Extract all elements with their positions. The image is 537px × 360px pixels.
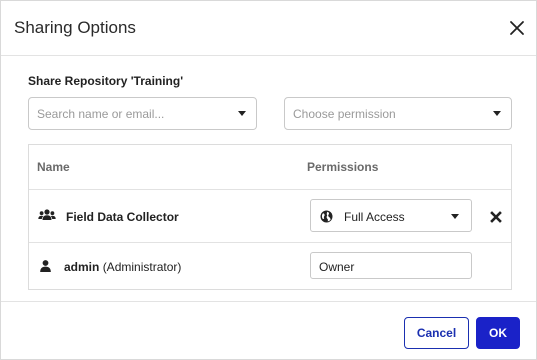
chevron-down-icon: [238, 111, 246, 116]
member-name: Field Data Collector: [66, 210, 179, 224]
header-divider: [29, 189, 511, 190]
member-role: (Administrator): [102, 260, 182, 274]
column-header-permissions: Permissions: [307, 160, 379, 174]
user-search-placeholder: Search name or email...: [37, 107, 165, 121]
owner-permission-value: Owner: [319, 260, 355, 274]
footer-divider: [1, 301, 536, 302]
users-group-icon: [38, 209, 56, 220]
share-table: Name Permissions Field Data Collector Fu…: [28, 144, 512, 290]
ok-button[interactable]: OK: [476, 317, 520, 349]
permission-select[interactable]: Choose permission: [284, 97, 512, 130]
user-icon: [40, 260, 51, 272]
row-permission-value: Full Access: [344, 210, 405, 224]
row-member-name: admin (Administrator): [64, 260, 181, 274]
cancel-button[interactable]: Cancel: [404, 317, 469, 349]
share-repository-label: Share Repository 'Training': [28, 74, 184, 88]
globe-icon: [320, 210, 333, 223]
column-header-name: Name: [37, 160, 70, 174]
remove-member-button[interactable]: [490, 210, 502, 223]
owner-permission-field: Owner: [310, 252, 472, 279]
sharing-dialog: Sharing Options Share Repository 'Traini…: [0, 0, 537, 360]
user-search-select[interactable]: Search name or email...: [28, 97, 257, 130]
close-icon: [490, 211, 502, 223]
close-icon: [510, 21, 524, 35]
permission-placeholder: Choose permission: [293, 107, 396, 121]
dialog-header: Sharing Options: [1, 1, 536, 56]
dialog-title: Sharing Options: [14, 18, 136, 37]
member-name: admin: [64, 260, 100, 274]
chevron-down-icon: [493, 111, 501, 116]
row-permission-select[interactable]: Full Access: [310, 199, 472, 232]
chevron-down-icon: [451, 214, 459, 219]
row-member-name: Field Data Collector: [66, 210, 179, 224]
close-button[interactable]: [506, 17, 528, 39]
row-divider: [29, 242, 511, 243]
